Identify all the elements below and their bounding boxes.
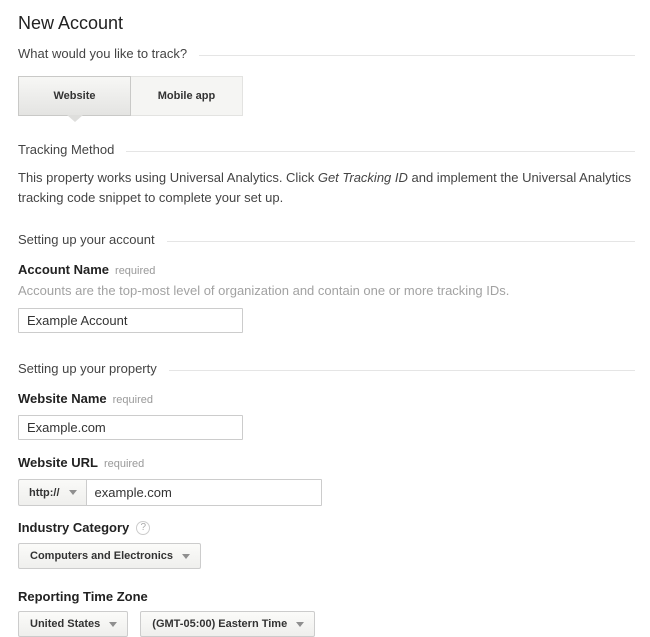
- chevron-down-icon: [296, 622, 304, 627]
- section-heading-property: Setting up your property: [18, 361, 635, 377]
- account-name-helper: Accounts are the top-most level of organ…: [18, 283, 635, 299]
- website-name-label-text: Website Name: [18, 391, 107, 406]
- track-question-label: What would you like to track?: [18, 46, 187, 62]
- help-icon[interactable]: ?: [136, 521, 150, 535]
- website-url-label: Website URL required: [18, 455, 635, 472]
- country-value: United States: [30, 618, 100, 630]
- url-protocol-value: http://: [29, 487, 60, 499]
- property-section-label: Setting up your property: [18, 361, 157, 377]
- divider-line: [199, 55, 635, 56]
- chevron-down-icon: [182, 554, 190, 559]
- reporting-time-zone-row: United States (GMT-05:00) Eastern Time: [18, 611, 635, 637]
- chevron-down-icon: [69, 490, 77, 495]
- url-protocol-dropdown[interactable]: http://: [18, 479, 87, 506]
- industry-category-label-text: Industry Category: [18, 520, 129, 535]
- tab-mobile-app[interactable]: Mobile app: [130, 76, 243, 116]
- new-account-form: New Account What would you like to track…: [0, 0, 650, 637]
- account-section-label: Setting up your account: [18, 232, 155, 248]
- divider-line: [126, 151, 635, 152]
- tab-website-label: Website: [54, 90, 96, 102]
- website-name-input[interactable]: [18, 415, 243, 440]
- required-badge: required: [113, 394, 153, 406]
- timezone-value: (GMT-05:00) Eastern Time: [152, 618, 287, 630]
- industry-category-label: Industry Category ?: [18, 520, 635, 535]
- section-heading-account: Setting up your account: [18, 232, 635, 248]
- industry-category-dropdown[interactable]: Computers and Electronics: [18, 543, 201, 569]
- account-name-label: Account Name required: [18, 262, 635, 279]
- account-name-input[interactable]: [18, 308, 243, 333]
- timezone-dropdown[interactable]: (GMT-05:00) Eastern Time: [140, 611, 315, 637]
- country-dropdown[interactable]: United States: [18, 611, 128, 637]
- account-name-label-text: Account Name: [18, 262, 109, 277]
- website-url-input[interactable]: [86, 479, 322, 506]
- website-url-label-text: Website URL: [18, 455, 98, 470]
- tracking-method-description: This property works using Universal Anal…: [18, 168, 635, 208]
- chevron-down-icon: [109, 622, 117, 627]
- tab-website[interactable]: Website: [18, 76, 131, 116]
- website-name-label: Website Name required: [18, 391, 635, 408]
- get-tracking-id-text: Get Tracking ID: [318, 170, 408, 185]
- section-heading-track: What would you like to track?: [18, 46, 635, 62]
- required-badge: required: [115, 265, 155, 277]
- divider-line: [169, 370, 635, 371]
- section-heading-tracking-method: Tracking Method: [18, 142, 635, 158]
- reporting-time-zone-label: Reporting Time Zone: [18, 589, 635, 604]
- description-prefix: This property works using Universal Anal…: [18, 170, 318, 185]
- required-badge: required: [104, 458, 144, 470]
- industry-category-value: Computers and Electronics: [30, 550, 173, 562]
- track-type-tabs: Website Mobile app: [18, 76, 635, 116]
- tracking-method-label: Tracking Method: [18, 142, 114, 158]
- website-url-row: http://: [18, 479, 635, 506]
- tab-mobile-app-label: Mobile app: [158, 90, 215, 102]
- page-title: New Account: [18, 12, 635, 34]
- divider-line: [167, 241, 635, 242]
